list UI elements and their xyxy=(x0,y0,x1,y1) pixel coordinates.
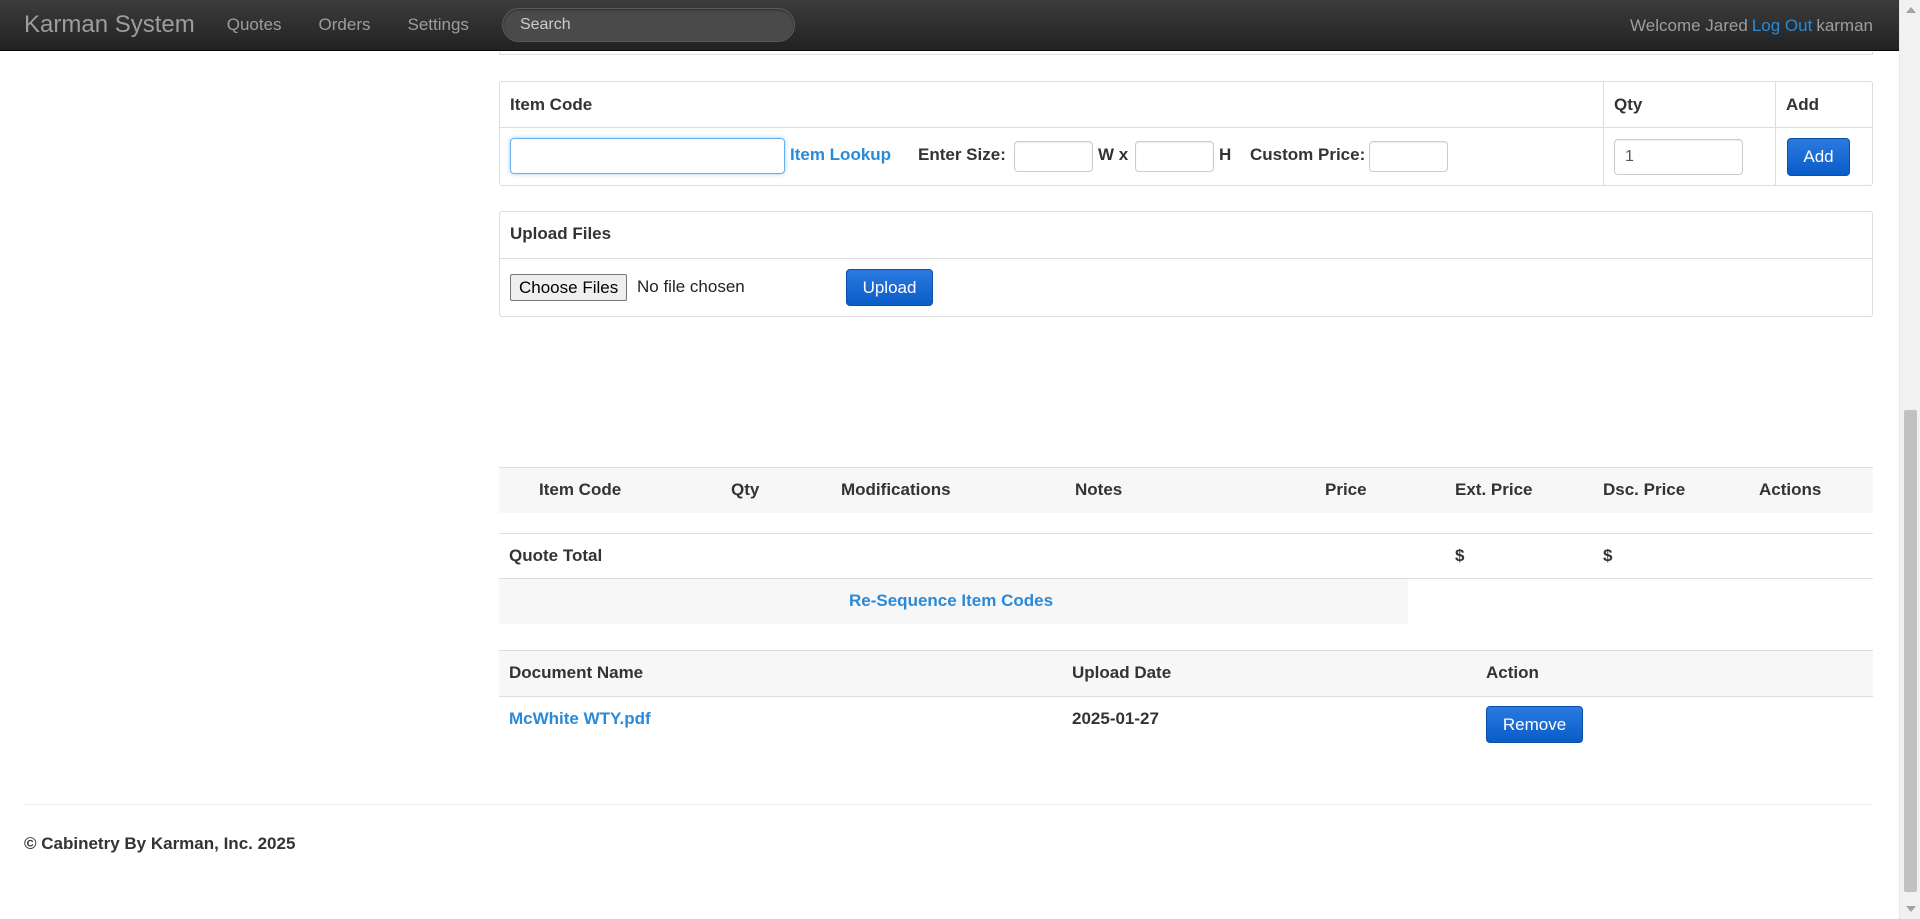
choose-files-button[interactable]: Choose Files xyxy=(510,274,628,301)
nav-link-settings[interactable]: Settings xyxy=(408,15,469,35)
item-code-input[interactable] xyxy=(510,138,785,174)
scroll-down-arrow-icon[interactable] xyxy=(1906,906,1916,912)
item-entry-panel: Item Code Qty Add Item Lookup Enter Size… xyxy=(499,81,1873,186)
height-input[interactable] xyxy=(1135,141,1214,172)
column-divider xyxy=(1603,82,1604,185)
upload-files-header xyxy=(500,212,1872,259)
column-header: Item Code xyxy=(539,480,622,499)
table-row: McWhite WTY.pdf 2025-01-27 Remove xyxy=(499,697,1873,752)
item-code-header: Item Code xyxy=(510,95,593,114)
qty-value: 1 xyxy=(1625,148,1634,165)
item-entry-header xyxy=(500,82,1872,128)
column-header: Dsc. Price xyxy=(1603,480,1686,499)
previous-panel-edge xyxy=(499,52,1873,55)
column-header: Upload Date xyxy=(1072,663,1172,682)
quote-total-row: Quote Total $ $ xyxy=(499,533,1873,579)
remove-button[interactable]: Remove xyxy=(1486,706,1583,743)
nav-link-orders[interactable]: Orders xyxy=(319,15,371,35)
column-header: Notes xyxy=(1075,480,1123,499)
custom-price-label: Custom Price: xyxy=(1250,145,1366,164)
scroll-up-arrow-icon[interactable] xyxy=(1906,7,1916,13)
document-link[interactable]: McWhite WTY.pdf xyxy=(509,709,651,729)
brand-logo[interactable]: Karman System xyxy=(24,11,195,39)
upload-date: 2025-01-27 xyxy=(1072,709,1159,728)
ext-price-total: $ xyxy=(1455,546,1465,565)
no-file-text: No file chosen xyxy=(637,277,745,296)
dsc-price-total: $ xyxy=(1603,546,1613,565)
quote-total-label: Quote Total xyxy=(509,546,603,565)
table-header-row: Item Code Qty Modifications Notes Price … xyxy=(499,467,1873,513)
vertical-scrollbar[interactable] xyxy=(1899,0,1920,919)
custom-price-input[interactable] xyxy=(1369,141,1448,172)
qty-input[interactable]: 1 xyxy=(1614,139,1743,175)
resequence-row: Re-Sequence Item Codes xyxy=(499,579,1408,624)
search-placeholder: Search xyxy=(519,16,571,33)
column-header: Action xyxy=(1486,663,1539,682)
upload-files-panel: Upload Files Choose Files No file chosen… xyxy=(499,211,1873,317)
footer-divider xyxy=(24,804,1873,805)
item-lookup-link[interactable]: Item Lookup xyxy=(790,145,891,165)
qty-header: Qty xyxy=(1614,95,1643,114)
add-header: Add xyxy=(1786,95,1820,114)
column-header: Ext. Price xyxy=(1455,480,1533,499)
column-divider xyxy=(1775,82,1776,185)
footer-copyright: © Cabinetry By Karman, Inc. 2025 xyxy=(24,834,296,853)
username-text: karman xyxy=(1816,15,1873,35)
scrollbar-thumb[interactable] xyxy=(1904,410,1917,892)
upload-button[interactable]: Upload xyxy=(846,269,933,306)
column-header: Actions xyxy=(1759,480,1822,499)
search-input[interactable]: Search xyxy=(501,8,795,42)
nav-link-quotes[interactable]: Quotes xyxy=(227,15,282,35)
width-input[interactable] xyxy=(1014,141,1093,172)
logout-link[interactable]: Log Out xyxy=(1752,16,1813,36)
welcome-text: Welcome Jared xyxy=(1630,15,1748,35)
enter-size-label: Enter Size: xyxy=(918,145,1006,164)
height-label: H xyxy=(1219,145,1232,164)
documents-header-row: Document Name Upload Date Action xyxy=(499,650,1873,697)
column-header: Price xyxy=(1325,480,1367,499)
width-label: W x xyxy=(1098,145,1129,164)
column-header: Qty xyxy=(731,480,760,499)
column-header: Modifications xyxy=(841,480,951,499)
add-button[interactable]: Add xyxy=(1787,138,1850,176)
top-navbar: Karman System Quotes Orders Settings Sea… xyxy=(0,0,1899,51)
column-header: Document Name xyxy=(509,663,644,682)
upload-files-title: Upload Files xyxy=(510,224,612,243)
resequence-link[interactable]: Re-Sequence Item Codes xyxy=(849,591,1053,611)
user-area: Welcome Jared Log Out karman xyxy=(1630,0,1873,51)
